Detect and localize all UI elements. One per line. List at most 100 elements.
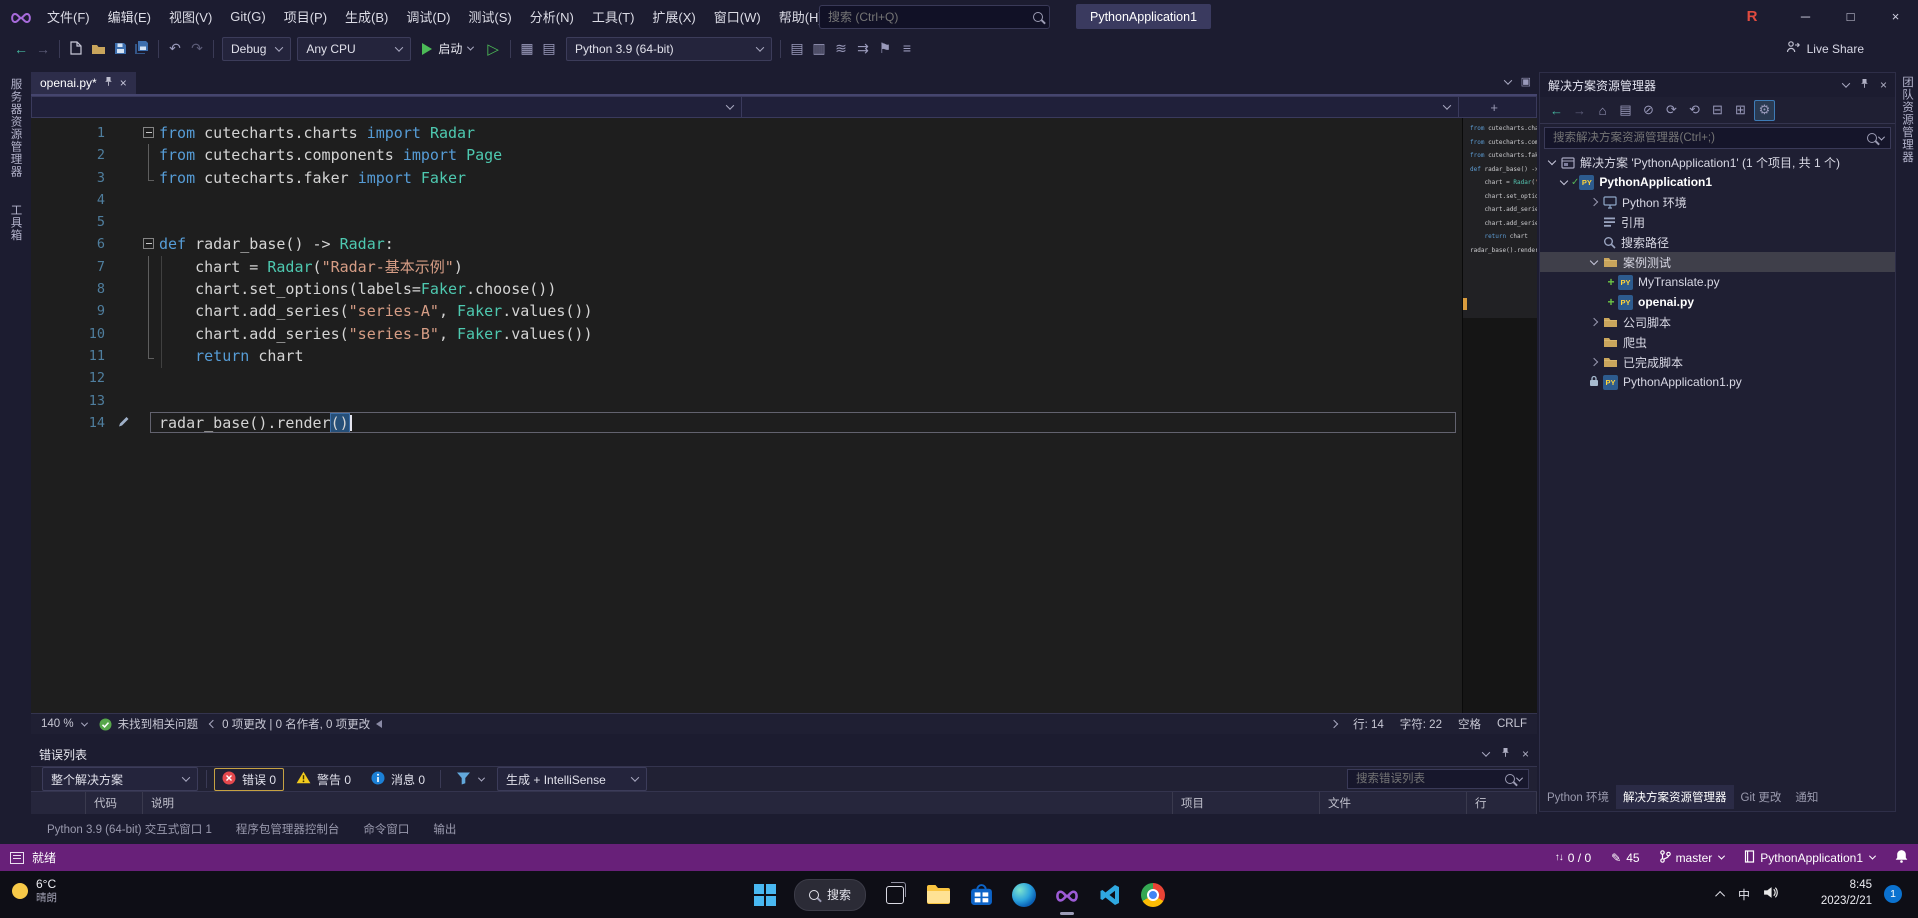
- fold-margin[interactable]: [142, 122, 156, 144]
- collapsed-tool-tab[interactable]: 团队资源管理器: [1899, 76, 1915, 164]
- code-line[interactable]: 6 def radar_base() -> Radar:: [31, 233, 1462, 255]
- bookmark-icon[interactable]: ⚑: [875, 39, 895, 59]
- tree-item[interactable]: 案例测试: [1540, 252, 1895, 272]
- code-line[interactable]: 14 radar_base().render(): [31, 411, 1462, 434]
- vscode-button[interactable]: [1096, 881, 1124, 909]
- volume-icon[interactable]: [1763, 886, 1778, 904]
- solution-explorer-search-input[interactable]: [1551, 131, 1867, 145]
- split-editor-handle[interactable]: +: [1490, 100, 1498, 115]
- expand-arrow-icon[interactable]: [1589, 316, 1601, 328]
- bottom-panel-tab[interactable]: 命令窗口: [353, 818, 419, 840]
- close-tab-icon[interactable]: ×: [120, 76, 127, 90]
- warnings-filter-button[interactable]: 警告 0: [288, 768, 359, 791]
- back-icon[interactable]: ←: [1547, 101, 1566, 120]
- bottom-panel-tab[interactable]: Python 3.9 (64-bit) 交互式窗口 1: [37, 818, 222, 840]
- fold-collapse-icon[interactable]: [143, 127, 154, 138]
- collapse-arrow-icon[interactable]: [1559, 176, 1571, 188]
- minimize-button[interactable]: ─: [1783, 0, 1828, 33]
- redo-icon[interactable]: ↷: [187, 39, 207, 59]
- caret-column-indicator[interactable]: 字符: 22: [1400, 716, 1442, 732]
- window-grid-icon[interactable]: ▦: [517, 39, 537, 59]
- menu-item[interactable]: 测试(S): [459, 0, 520, 33]
- pin-icon[interactable]: [1860, 78, 1869, 92]
- fold-margin[interactable]: [142, 189, 156, 211]
- errors-filter-button[interactable]: 错误 0: [214, 767, 285, 791]
- column-header-blank[interactable]: [31, 792, 86, 814]
- collapse-arrow-icon[interactable]: [1547, 156, 1559, 168]
- tool-window-tab[interactable]: 通知: [1788, 785, 1825, 809]
- error-list-search-box[interactable]: [1347, 769, 1529, 789]
- git-branch-picker[interactable]: master: [1659, 849, 1726, 866]
- fold-margin[interactable]: [142, 300, 156, 323]
- code-line[interactable]: 2 from cutecharts.components import Page: [31, 144, 1462, 167]
- file-explorer-button[interactable]: [924, 881, 952, 909]
- code-line[interactable]: 10 chart.add_series("series-B", Faker.va…: [31, 322, 1462, 346]
- new-file-icon[interactable]: [66, 38, 86, 58]
- collapse-left-icon[interactable]: [376, 720, 383, 728]
- close-panel-icon[interactable]: ×: [1880, 78, 1887, 92]
- tree-item[interactable]: 公司脚本: [1540, 312, 1895, 332]
- close-button[interactable]: ×: [1873, 0, 1918, 33]
- scope-icon[interactable]: ⊘: [1639, 101, 1658, 120]
- code-line[interactable]: 11 return chart: [31, 344, 1462, 367]
- sync-icon[interactable]: ⟳: [1662, 101, 1681, 120]
- columns-icon[interactable]: ▥: [809, 39, 829, 59]
- error-source-dropdown[interactable]: 生成 + IntelliSense: [497, 767, 648, 791]
- taskbar-clock[interactable]: 8:45 2023/2/21: [1821, 878, 1872, 909]
- tree-item[interactable]: 解决方案 'PythonApplication1' (1 个项目, 共 1 个): [1540, 152, 1895, 172]
- menu-item[interactable]: 视图(V): [160, 0, 221, 33]
- collapsed-tool-tab[interactable]: 工具箱: [8, 204, 24, 242]
- fold-margin[interactable]: [142, 233, 156, 255]
- tree-item[interactable]: + PY openai.py: [1540, 292, 1895, 312]
- close-panel-icon[interactable]: ×: [1522, 747, 1529, 761]
- project-scope-dropdown[interactable]: [32, 97, 742, 117]
- properties-icon[interactable]: ⚙: [1754, 99, 1775, 121]
- code-line[interactable]: 7 chart = Radar("Radar-基本示例"): [31, 255, 1462, 279]
- menu-item[interactable]: 文件(F): [38, 0, 99, 33]
- code-viewport[interactable]: 1 from cutecharts.charts import Radar 2 fro…: [31, 118, 1462, 713]
- back-icon[interactable]: ←: [11, 39, 31, 59]
- refresh-icon[interactable]: ⟲: [1685, 101, 1704, 120]
- weather-widget[interactable]: 6°C 晴朗: [12, 877, 57, 905]
- code-line[interactable]: 1 from cutecharts.charts import Radar: [31, 122, 1462, 144]
- fold-margin[interactable]: [142, 144, 156, 167]
- chevron-right-icon[interactable]: [1329, 719, 1339, 729]
- profiler-icon[interactable]: ≋: [831, 39, 851, 59]
- document-tab-openai[interactable]: openai.py* ×: [31, 72, 136, 94]
- git-pending-edits[interactable]: ✎ 45: [1611, 851, 1639, 865]
- start-debugging-button[interactable]: 启动: [422, 40, 475, 57]
- tool-window-tab[interactable]: Python 环境: [1540, 785, 1616, 809]
- column-header[interactable]: 行: [1467, 792, 1537, 814]
- solution-explorer-search-box[interactable]: [1544, 127, 1891, 149]
- code-line[interactable]: 5: [31, 211, 1462, 233]
- menu-item[interactable]: 项目(P): [275, 0, 336, 33]
- git-sync-status[interactable]: ↑↓ 0 / 0: [1555, 851, 1591, 865]
- solution-explorer-title-bar[interactable]: 解决方案资源管理器 ×: [1540, 73, 1895, 97]
- quick-search-box[interactable]: [819, 5, 1050, 29]
- float-window-icon[interactable]: ▣: [1521, 75, 1531, 88]
- code-line[interactable]: 3 from cutecharts.faker import Faker: [31, 166, 1462, 189]
- fold-margin[interactable]: [142, 344, 156, 367]
- pin-icon[interactable]: [1501, 747, 1510, 761]
- column-header[interactable]: 项目: [1173, 792, 1320, 814]
- taskbar-search[interactable]: 搜索: [793, 878, 867, 911]
- window-menu-icon[interactable]: [1481, 748, 1491, 757]
- filter-button[interactable]: [448, 768, 492, 791]
- fold-margin[interactable]: [142, 367, 156, 389]
- forward-icon[interactable]: →: [33, 39, 53, 59]
- package-icon[interactable]: ▤: [787, 39, 807, 59]
- fold-margin[interactable]: [142, 322, 156, 346]
- fold-margin[interactable]: [142, 390, 156, 412]
- error-scope-dropdown[interactable]: 整个解决方案: [42, 767, 198, 791]
- code-line[interactable]: 12: [31, 367, 1462, 389]
- r-app-icon[interactable]: R: [1742, 6, 1762, 26]
- tree-item[interactable]: Python 环境: [1540, 192, 1895, 212]
- code-line[interactable]: 4: [31, 189, 1462, 211]
- start-button[interactable]: [751, 881, 779, 909]
- menu-item[interactable]: 分析(N): [521, 0, 583, 33]
- member-scope-dropdown[interactable]: [742, 97, 1459, 117]
- active-files-dropdown-icon[interactable]: [1503, 75, 1512, 85]
- code-line[interactable]: 8 chart.set_options(labels=Faker.choose(…: [31, 278, 1462, 301]
- tree-item[interactable]: 搜索路径: [1540, 232, 1895, 252]
- quick-search-input[interactable]: [826, 9, 1033, 25]
